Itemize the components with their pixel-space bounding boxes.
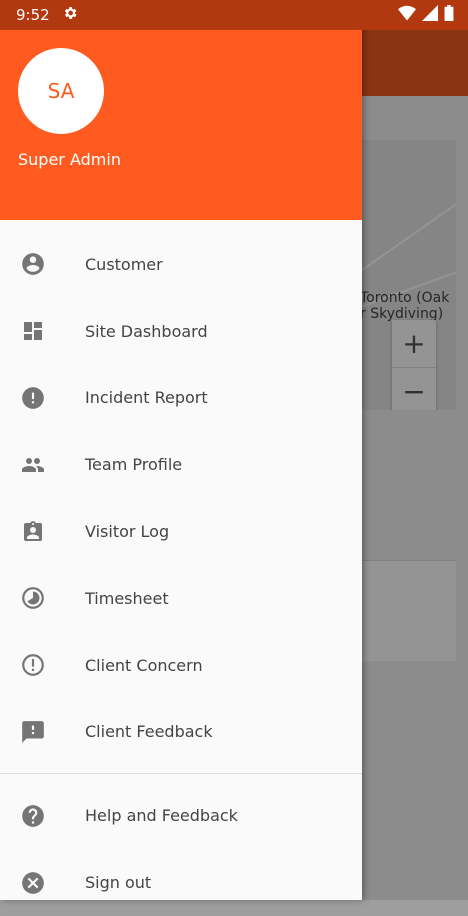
avatar[interactable]: SA [18, 48, 104, 134]
menu-divider [0, 773, 362, 775]
wifi-icon [398, 5, 416, 25]
navigation-drawer: SA Super Admin Customer Site Dashboard I… [0, 0, 362, 900]
menu-item-site-dashboard[interactable]: Site Dashboard [0, 298, 362, 365]
visitor-badge-icon [20, 519, 46, 545]
signal-icon [422, 5, 438, 25]
menu-item-label: Team Profile [85, 455, 183, 475]
menu-item-visitor-log[interactable]: Visitor Log [0, 498, 362, 565]
menu-item-sign-out[interactable]: Sign out [0, 849, 362, 916]
alert-outline-icon [20, 652, 46, 678]
alert-circle-icon [20, 385, 46, 411]
menu-item-client-concern[interactable]: Client Concern [0, 632, 362, 699]
menu-item-team-profile[interactable]: Team Profile [0, 431, 362, 498]
clock-pie-icon [20, 585, 46, 611]
cancel-circle-icon [20, 870, 46, 896]
dashboard-icon [20, 318, 46, 344]
drawer-menu: Customer Site Dashboard Incident Report … [0, 231, 362, 916]
menu-item-customer[interactable]: Customer [0, 231, 362, 298]
menu-item-help-and-feedback[interactable]: Help and Feedback [0, 782, 362, 849]
help-circle-icon [20, 803, 46, 829]
menu-item-timesheet[interactable]: Timesheet [0, 565, 362, 632]
menu-item-label: Client Concern [85, 655, 203, 675]
settings-icon [62, 5, 78, 25]
menu-item-label: Customer [85, 254, 163, 274]
menu-item-label: Incident Report [85, 388, 208, 408]
drawer-header: SA Super Admin [0, 30, 362, 220]
menu-item-label: Help and Feedback [85, 806, 238, 826]
menu-item-label: Sign out [85, 873, 152, 893]
menu-item-label: Site Dashboard [85, 321, 208, 341]
account-circle-icon [20, 251, 46, 277]
battery-icon [444, 5, 454, 25]
menu-item-incident-report[interactable]: Incident Report [0, 365, 362, 432]
menu-item-label: Client Feedback [85, 722, 213, 742]
menu-item-label: Visitor Log [85, 522, 170, 542]
user-name: Super Admin [18, 150, 121, 169]
status-time: 9:52 [16, 6, 50, 24]
people-icon [20, 452, 46, 478]
status-bar: 9:52 [0, 0, 468, 30]
menu-item-label: Timesheet [85, 588, 169, 608]
feedback-icon [20, 719, 46, 745]
drawer-secondary-menu: Help and Feedback Sign out [0, 782, 362, 916]
menu-item-client-feedback[interactable]: Client Feedback [0, 699, 362, 766]
